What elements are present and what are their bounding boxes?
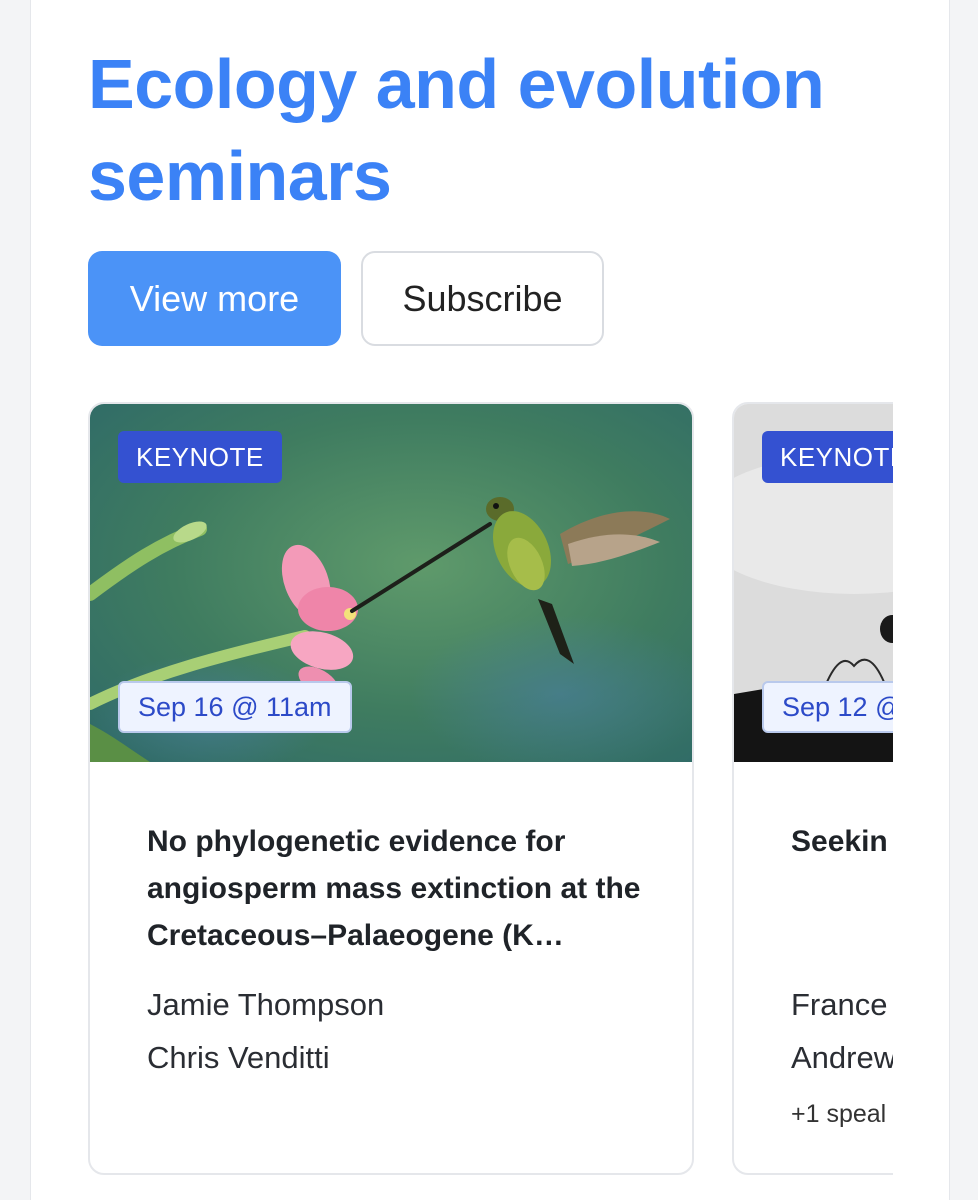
speaker-list: France Andrew [791, 978, 893, 1084]
more-speakers-label: +1 speal [791, 1100, 887, 1128]
view-more-button[interactable]: View more [88, 251, 341, 346]
section-title: Ecology and evolution seminars [88, 45, 825, 215]
keynote-tag: KEYNOTE [762, 431, 893, 483]
hummingbird-photo: KEYNOTE Sep 16 @ 11am [90, 404, 692, 762]
silhouette-photo: KEYNOTE Sep 12 @ [734, 404, 893, 762]
seminar-title[interactable]: No phylogenetic evidence for angiosperm … [147, 818, 667, 959]
seminar-card[interactable]: KEYNOTE Sep 16 @ 11am No phylogenetic ev… [88, 402, 694, 1175]
subscribe-button[interactable]: Subscribe [361, 251, 604, 346]
speaker-name: Jamie Thompson [147, 987, 385, 1022]
seminar-carousel[interactable]: KEYNOTE Sep 16 @ 11am No phylogenetic ev… [88, 402, 893, 1177]
speaker-name: France [791, 987, 888, 1022]
speaker-name: Andrew [791, 1040, 893, 1075]
date-badge: Sep 12 @ [762, 681, 893, 733]
speaker-name: Chris Venditti [147, 1040, 330, 1075]
seminar-card[interactable]: KEYNOTE Sep 12 @ Seekin stress: activity… [732, 402, 893, 1175]
keynote-tag: KEYNOTE [118, 431, 282, 483]
seminar-title[interactable]: Seekin stress: activity [791, 818, 893, 865]
speaker-list: Jamie Thompson Chris Venditti [147, 978, 667, 1084]
date-badge: Sep 16 @ 11am [118, 681, 352, 733]
